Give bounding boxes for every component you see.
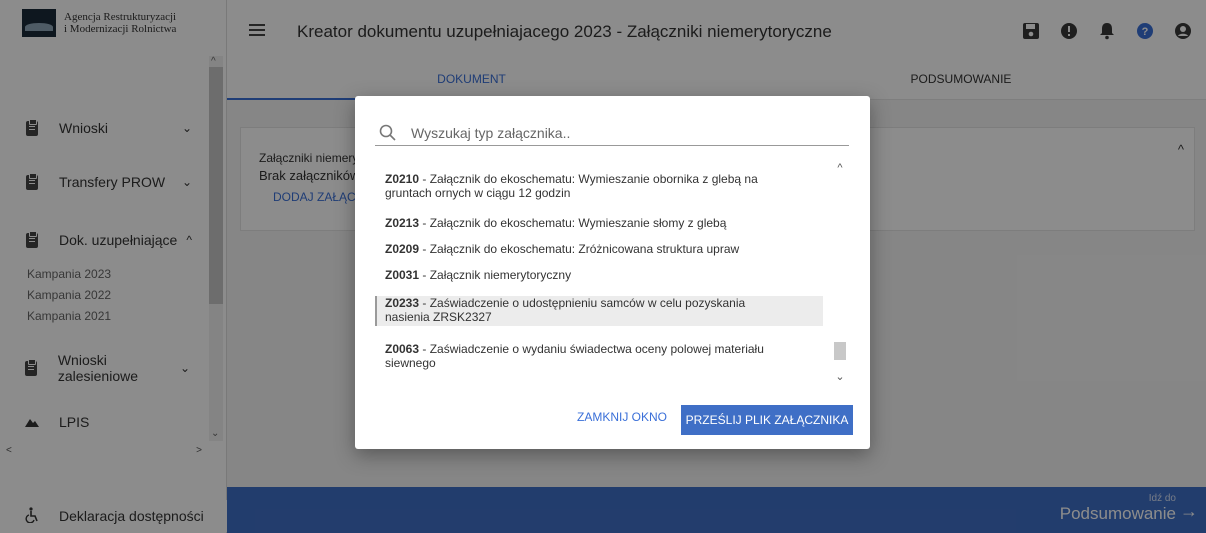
search-input[interactable] [411,124,811,141]
item-code: Z0210 [385,172,420,186]
item-text: - Załącznik do ekoschematu: Wymieszanie … [419,172,758,186]
item-code: Z0031 [385,268,420,282]
attachment-type-dialog: Z0210 - Załącznik do ekoschematu: Wymies… [355,96,870,449]
item-text-2: siewnego [385,356,436,370]
list-scrollbar-thumb[interactable] [834,342,846,360]
send-attachment-button[interactable]: PRZEŚLIJ PLIK ZAŁĄCZNIKA [681,405,853,435]
list-item-selected[interactable]: Z0233 - Zaświadczenie o udostępnieniu sa… [375,296,823,326]
item-code: Z0209 [385,242,420,256]
item-text: - Zaświadczenie o wydaniu świadectwa oce… [419,342,764,356]
item-code: Z0213 [385,216,420,230]
scroll-up-arrow-icon[interactable]: ^ [833,162,847,176]
search-field [375,120,849,146]
list-item[interactable]: Z0210 - Załącznik do ekoschematu: Wymies… [375,172,823,200]
list-scrollbar[interactable]: ^ ⌄ [833,162,847,384]
item-text: - Załącznik niemerytoryczny [419,268,572,282]
search-icon [379,124,396,141]
list-item[interactable]: Z0031 - Załącznik niemerytoryczny [375,268,823,282]
item-text: - Załącznik do ekoschematu: Zróżnicowana… [419,242,740,256]
list-item[interactable]: Z0063 - Zaświadczenie o wydaniu świadect… [375,342,823,370]
attachment-type-list: Z0210 - Załącznik do ekoschematu: Wymies… [369,162,849,384]
item-text: - Zaświadczenie o udostępnieniu samców w… [419,296,746,310]
item-code: Z0063 [385,342,420,356]
item-code: Z0233 [385,296,420,310]
list-item[interactable]: Z0213 - Załącznik do ekoschematu: Wymies… [375,216,823,230]
scroll-down-arrow-icon[interactable]: ⌄ [833,370,847,384]
item-text: - Załącznik do ekoschematu: Wymieszanie … [419,216,727,230]
item-text-2: gruntach ornych w ciągu 12 godzin [385,186,571,200]
close-dialog-button[interactable]: ZAMKNIJ OKNO [577,410,667,424]
list-item[interactable]: Z0209 - Załącznik do ekoschematu: Zróżni… [375,242,823,256]
item-text-2: nasienia ZRSK2327 [385,310,492,324]
